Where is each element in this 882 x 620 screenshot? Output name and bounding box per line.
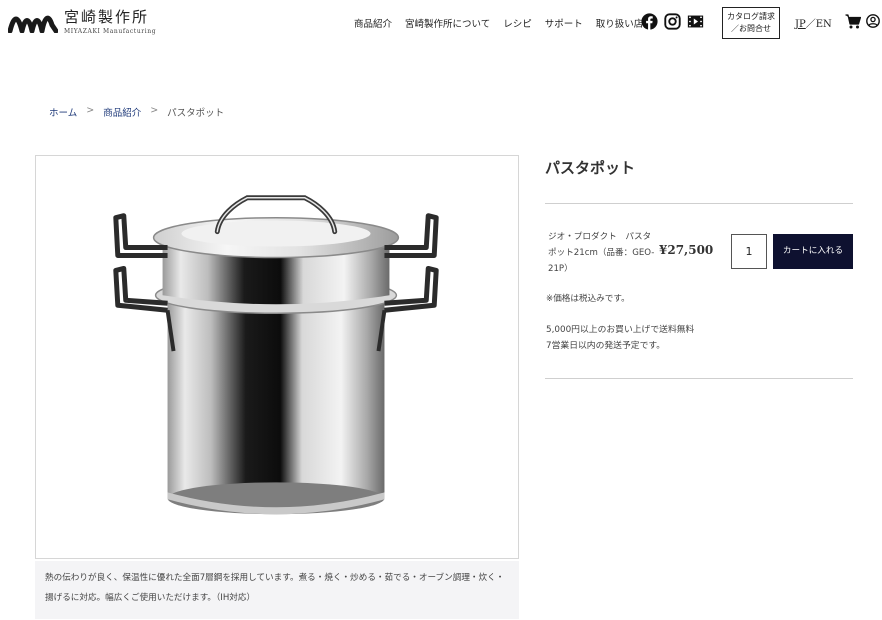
- lang-separator: ／: [805, 19, 816, 30]
- pasta-pot-illustration: [113, 195, 439, 515]
- nav-about[interactable]: 宮崎製作所について: [405, 16, 490, 30]
- lang-jp[interactable]: JP: [795, 19, 806, 30]
- main-nav: 商品紹介 宮崎製作所について レシピ サポート 取り扱い店舗: [354, 16, 653, 30]
- divider: [545, 203, 853, 204]
- variant-name: ジオ・プロダクト パスタポット21cm（品番：GEO-21P）: [548, 232, 655, 274]
- catalog-label-line1: カタログ請求: [727, 12, 775, 21]
- shipping-info: 5,000円以上のお買い上げで送料無料 7営業日以内の発送予定です。: [546, 322, 694, 354]
- breadcrumb-current: パスタポット: [167, 108, 225, 119]
- breadcrumb-category[interactable]: 商品紹介: [103, 105, 141, 119]
- lang-en[interactable]: EN: [816, 19, 832, 30]
- add-to-cart-button[interactable]: カートに入れる: [773, 234, 853, 269]
- divider: [545, 378, 853, 379]
- product-title: パスタポット: [545, 159, 636, 177]
- catalog-label-line2: ／お問合せ: [731, 24, 771, 33]
- nav-support[interactable]: サポート: [545, 16, 583, 30]
- tax-note: ※価格は税込みです。: [546, 294, 630, 304]
- instagram-icon[interactable]: [664, 13, 681, 30]
- logo-english: MIYAZAKI Manufacturing: [64, 28, 157, 35]
- product-image[interactable]: [35, 155, 519, 559]
- site-logo[interactable]: 宮崎製作所 MIYAZAKI Manufacturing: [8, 9, 156, 35]
- product-price: ¥27,500: [659, 243, 714, 257]
- breadcrumb-separator: >: [150, 105, 159, 116]
- social-links: [641, 13, 704, 30]
- nav-products[interactable]: 商品紹介: [354, 16, 392, 30]
- product-description: 熱の伝わりが良く、保温性に優れた全面7層鋼を採用しています。煮る・焼く・炒める・…: [35, 561, 519, 619]
- facebook-icon[interactable]: [641, 13, 658, 30]
- shipping-free-note: 5,000円以上のお買い上げで送料無料: [546, 325, 695, 335]
- language-switch: JP／EN: [795, 15, 832, 30]
- shipping-days-note: 7営業日以内の発送予定です。: [546, 341, 666, 351]
- breadcrumb-separator: >: [86, 105, 95, 116]
- logo-japanese: 宮崎製作所: [64, 8, 150, 26]
- breadcrumb-home[interactable]: ホーム: [49, 105, 77, 119]
- youtube-icon[interactable]: [687, 13, 704, 30]
- logo-mark-icon: [8, 15, 58, 33]
- quantity-input[interactable]: 1: [731, 234, 767, 269]
- breadcrumb: ホーム > 商品紹介 > パスタポット: [49, 105, 224, 119]
- nav-recipes[interactable]: レシピ: [503, 16, 532, 30]
- user-account-icon[interactable]: [866, 14, 880, 28]
- catalog-request-button[interactable]: カタログ請求 ／お問合せ: [722, 7, 780, 39]
- cart-icon[interactable]: [845, 14, 861, 29]
